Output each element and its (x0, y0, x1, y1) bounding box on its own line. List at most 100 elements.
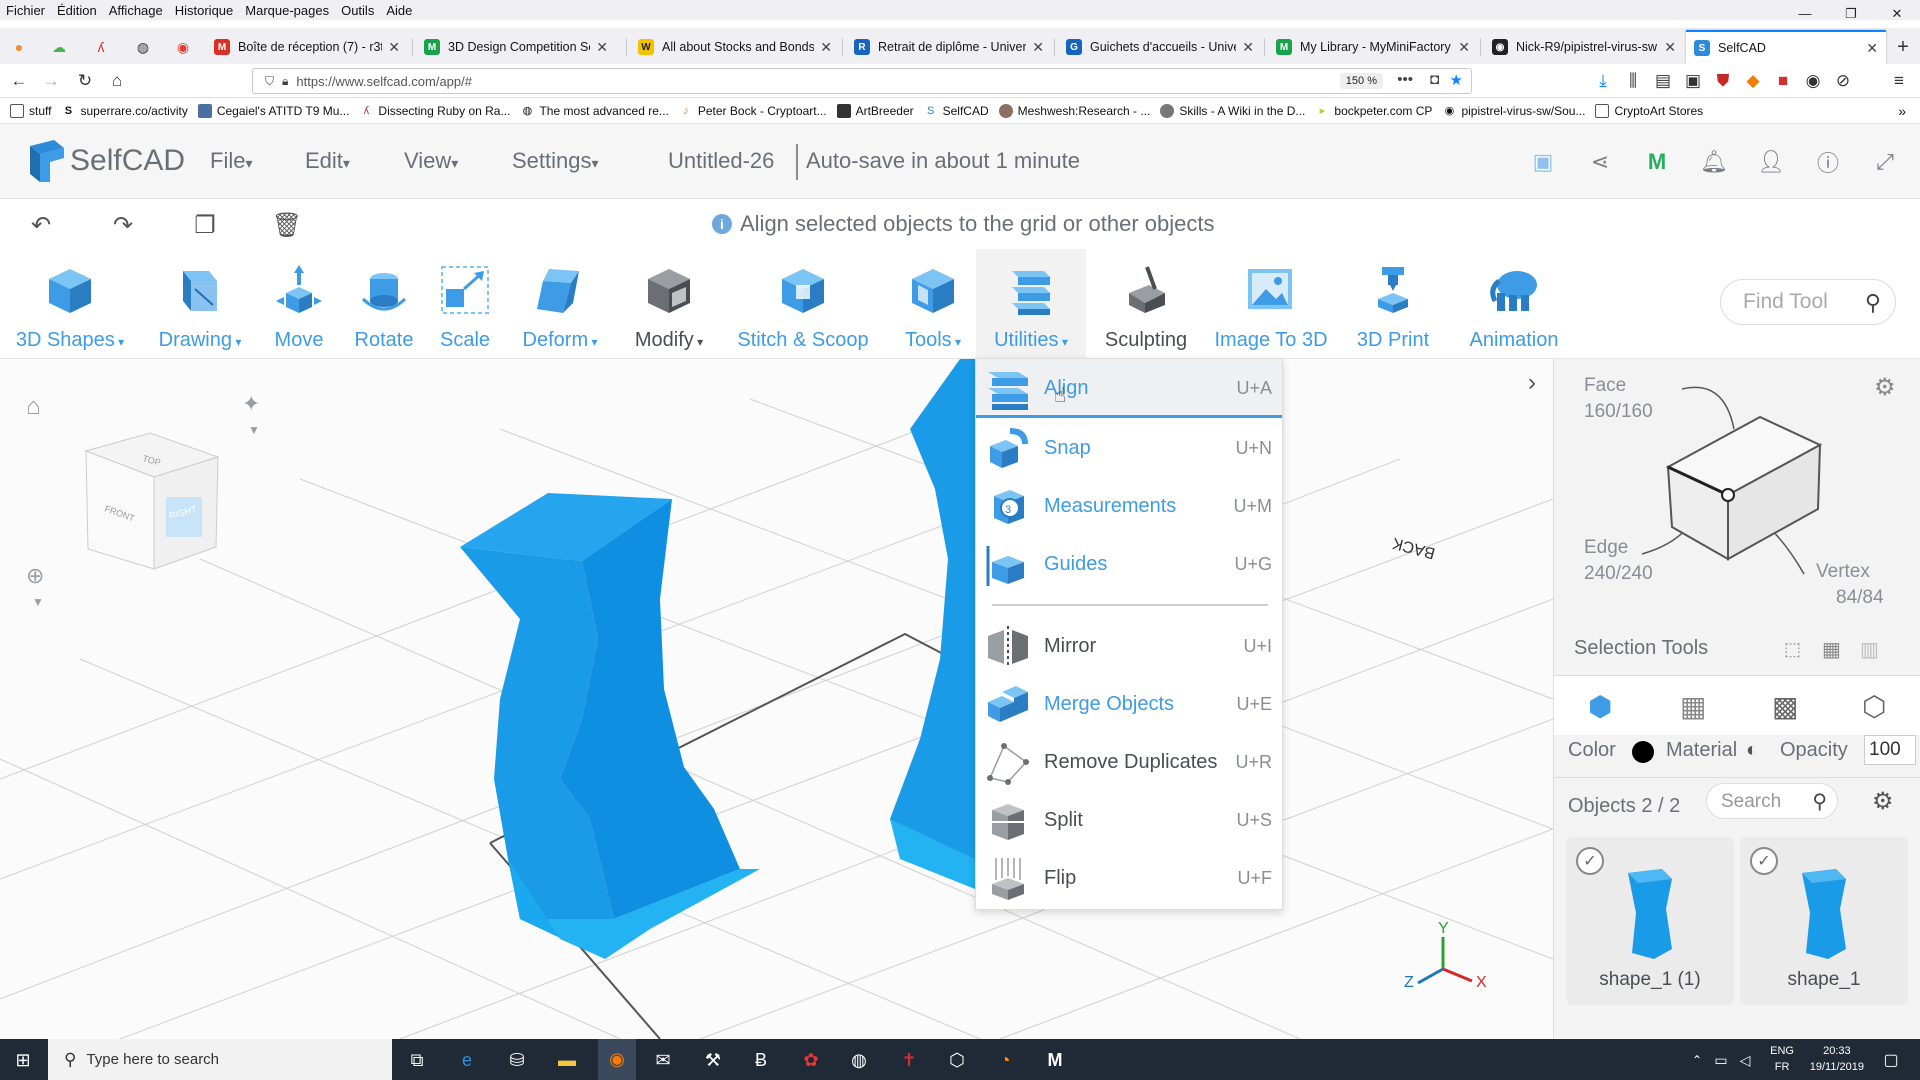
menu-item-split[interactable]: Split U+S (976, 791, 1282, 849)
face-mode-icon[interactable]: ▦ (1680, 690, 1706, 723)
box-select-icon[interactable]: ⬚ (1784, 639, 1801, 660)
tool-tools[interactable]: Tools ▾ (886, 249, 980, 359)
bookmark[interactable]: ◉ pipistrel-virus-sw/Sou... (1442, 104, 1586, 118)
opacity-input[interactable]: 100 (1864, 735, 1916, 765)
edge-mode-icon[interactable]: ▩ (1772, 690, 1798, 723)
trash-icon[interactable]: 🗑︎ (272, 211, 302, 239)
file-explorer-icon[interactable]: ▬ (552, 1045, 582, 1075)
user-icon[interactable]: 👤︎ (1756, 148, 1786, 176)
menu-item-merge-objects[interactable]: Merge Objects U+E (976, 675, 1282, 733)
myminifactory-icon[interactable]: M (1642, 148, 1672, 176)
new-tab-button[interactable]: + (1890, 34, 1916, 60)
bookmark[interactable]: ▸ bockpeter.com CP (1315, 104, 1433, 118)
back-arrow-icon[interactable]: ← (6, 69, 32, 93)
undo-icon[interactable]: ↶ (26, 211, 56, 239)
pinned-tab-3-icon[interactable]: ʎ (88, 34, 114, 60)
find-tool-input[interactable]: Find Tool ⚲ (1720, 279, 1896, 325)
settings-menu[interactable]: Settings▾ (512, 148, 599, 174)
tool-scale[interactable]: Scale (432, 249, 498, 359)
extension-icon[interactable]: ▣ (1680, 69, 1706, 93)
pocket-icon[interactable]: ◘ (1430, 71, 1439, 88)
menu-item-flip[interactable]: Flip U+F (976, 849, 1282, 907)
page-actions-icon[interactable]: ••• (1397, 71, 1413, 88)
info-icon[interactable]: ⓘ (1813, 148, 1843, 176)
menu-affichage[interactable]: Affichage (103, 3, 169, 18)
orbit-icon[interactable]: ⊕ (26, 563, 44, 589)
hamburger-menu-icon[interactable]: ≡ (1886, 69, 1912, 93)
url-bar[interactable]: ⛉ 🔒︎ https://www.selfcad.com/app/# 150 %… (252, 68, 1472, 94)
clock[interactable]: 20:33 19/11/2019 (1810, 1043, 1864, 1075)
notification-extension-icon[interactable]: ■ (1770, 69, 1796, 93)
checkmark-icon[interactable]: ✓ (1576, 847, 1604, 875)
downloads-icon[interactable]: ⤓ (1590, 69, 1616, 93)
menu-item-mirror[interactable]: Mirror U+I (976, 617, 1282, 675)
tool-3d-print[interactable]: 3D Print (1346, 249, 1440, 359)
blender-icon[interactable]: ◔ (990, 1045, 1020, 1075)
3d-viewport[interactable]: BACK Y X Z TOP FRONT RIGHT ⌂ ✦ ▼ ⊕ ▼ › (0, 359, 1553, 1039)
tool-stitch-scoop[interactable]: Stitch & Scoop (730, 249, 876, 359)
library-icon[interactable]: ⫼ (1620, 69, 1646, 93)
tool-deform[interactable]: Deform ▾ (510, 249, 610, 359)
object-thumbnail-shape-1[interactable]: ✓ shape_1 (1740, 837, 1908, 1005)
bookmark[interactable]: Skills - A Wiki in the D... (1160, 103, 1305, 118)
vpn-extension-icon[interactable]: ⊘ (1830, 69, 1856, 93)
close-window-button[interactable]: ✕ (1874, 0, 1920, 28)
save-icon[interactable]: ▣ (1528, 148, 1558, 176)
object-search-input[interactable]: Search ⚲ (1706, 783, 1838, 819)
tool-animation[interactable]: Animation (1454, 249, 1574, 359)
selfcad-logo[interactable]: SelfCAD (24, 138, 185, 184)
tab-stocks[interactable]: W All about Stocks and Bonds: ✕ (630, 30, 840, 64)
menu-item-measurements[interactable]: 3 Measurements U+M (976, 477, 1282, 535)
more-bookmarks-icon[interactable]: » (1898, 103, 1906, 119)
object-mode-cube-icon[interactable]: ⬢ (1588, 690, 1612, 723)
tab-close-icon[interactable]: ✕ (820, 39, 832, 56)
restore-button[interactable]: ❐ (1828, 0, 1874, 28)
steam-icon[interactable]: ◍ (844, 1045, 874, 1075)
bell-icon[interactable]: 🔔︎ (1699, 148, 1729, 176)
bookmark[interactable]: Ssuperrare.co/activity (61, 104, 188, 118)
mail-icon[interactable]: ✉ (648, 1045, 678, 1075)
tool-modify[interactable]: Modify ▾ (624, 249, 714, 359)
menu-item-guides[interactable]: Guides U+G (976, 535, 1282, 593)
bookmark[interactable]: Cegaiel's ATITD T9 Mu... (197, 103, 349, 118)
search-icon[interactable]: ⚲ (1865, 290, 1881, 316)
raspberry-icon[interactable]: ✿ (796, 1045, 826, 1075)
bookmark-folder[interactable]: stuff (10, 103, 51, 118)
menu-outils[interactable]: Outils (335, 3, 380, 18)
menu-fichier[interactable]: Fichier (0, 3, 51, 18)
gear-icon[interactable]: ⚙ (1872, 787, 1894, 816)
fullscreen-icon[interactable]: ⤢ (1870, 148, 1900, 176)
tab-selfcad[interactable]: S SelfCAD ✕ (1686, 30, 1886, 64)
volume-icon[interactable]: ◁ (1730, 1045, 1760, 1075)
bookmark[interactable]: ʎ Dissecting Ruby on Ra... (359, 104, 511, 118)
camera-icon[interactable]: ✦ (242, 391, 260, 417)
windows-start-icon[interactable]: ⊞ (8, 1045, 38, 1075)
store-icon[interactable]: ⛁ (502, 1045, 532, 1075)
zoom-level-badge[interactable]: 150 % (1339, 73, 1383, 89)
scene-canvas[interactable]: BACK Y X Z TOP FRONT RIGHT (0, 359, 1553, 1039)
language-indicator[interactable]: ENG FR (1770, 1043, 1794, 1075)
tab-gmail[interactable]: M Boîte de réception (7) - r3t3p ✕ (206, 30, 408, 64)
taskbar-search-input[interactable]: ⚲ Type here to search (48, 1039, 392, 1080)
object-select-icon[interactable]: ▦ (1822, 637, 1841, 662)
bookmark-star-icon[interactable]: ★ (1450, 71, 1463, 89)
reload-icon[interactable]: ↻ (72, 69, 98, 93)
tool-drawing[interactable]: Drawing ▾ (150, 249, 250, 359)
vertex-mode-icon[interactable]: ⬡ (1862, 690, 1886, 723)
file-menu[interactable]: File▾ (210, 148, 252, 174)
share-icon[interactable]: ⋖ (1585, 148, 1615, 176)
edit-menu[interactable]: Edit▾ (305, 148, 350, 174)
menu-edition[interactable]: Édition (51, 3, 103, 18)
tab-close-icon[interactable]: ✕ (596, 39, 608, 56)
menu-aide[interactable]: Aide (380, 3, 418, 18)
home-view-icon[interactable]: ⌂ (26, 393, 41, 421)
task-view-icon[interactable]: ⧉ (402, 1045, 432, 1075)
tool-sculpting[interactable]: Sculpting (1090, 249, 1202, 359)
copy-icon[interactable]: ❐ (190, 211, 220, 239)
tool-3d-shapes[interactable]: 3D Shapes ▾ (8, 249, 132, 359)
tab-github[interactable]: ◉ Nick-R9/pipistrel-virus-sw: P ✕ (1484, 30, 1684, 64)
bookmark[interactable]: ArtBreeder (836, 103, 914, 118)
tab-guichets[interactable]: G Guichets d'accueils - Univer ✕ (1058, 30, 1262, 64)
tab-close-icon[interactable]: ✕ (388, 39, 400, 56)
menu-item-snap[interactable]: Snap U+N (976, 419, 1282, 477)
